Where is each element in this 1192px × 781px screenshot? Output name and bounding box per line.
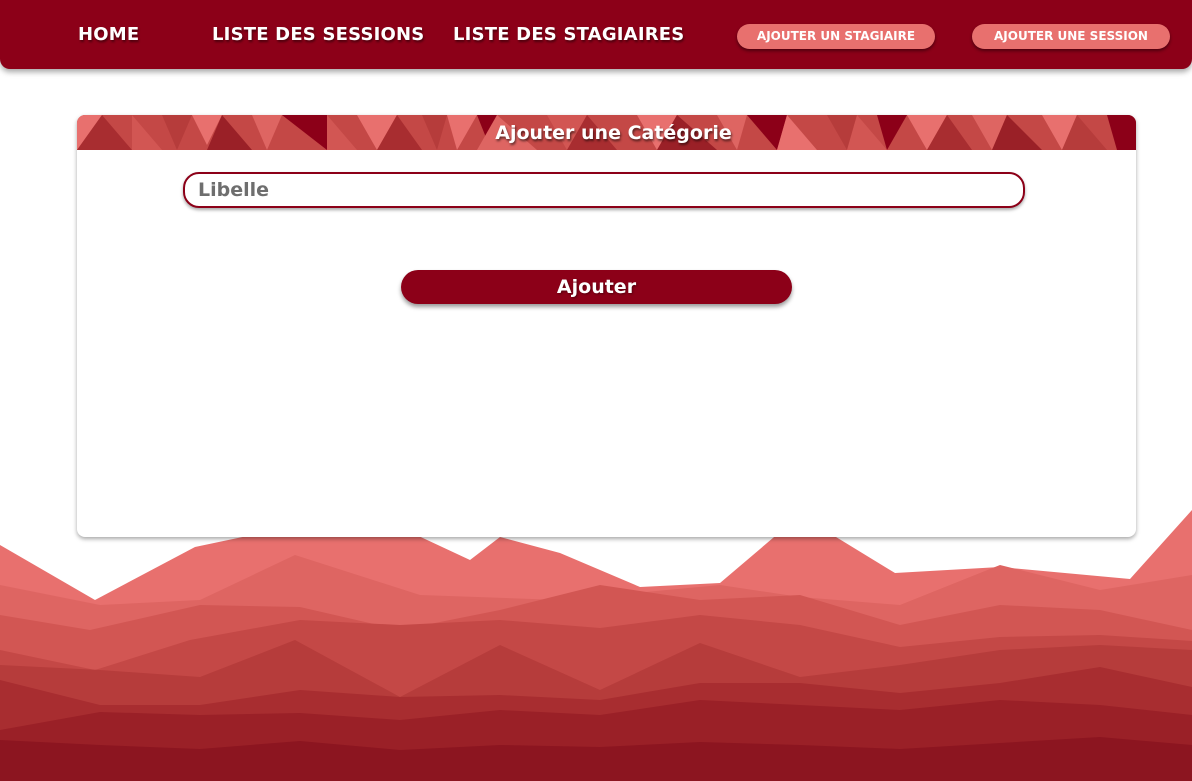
nav-link-stagiaires-list[interactable]: LISTE DES STAGIAIRES	[453, 24, 684, 46]
card-header: Ajouter une Catégorie	[77, 115, 1136, 150]
mountains-background	[0, 510, 1192, 781]
page: HOME LISTE DES SESSIONS LISTE DES STAGIA…	[0, 0, 1192, 781]
card-title: Ajouter une Catégorie	[495, 122, 732, 144]
libelle-input[interactable]	[183, 172, 1025, 208]
add-category-submit-button[interactable]: Ajouter	[401, 270, 792, 304]
add-session-button[interactable]: AJOUTER UNE SESSION	[972, 24, 1170, 49]
nav-link-home[interactable]: HOME	[78, 24, 139, 46]
add-category-card: Ajouter une Catégorie Ajouter	[77, 115, 1136, 537]
top-navbar: HOME LISTE DES SESSIONS LISTE DES STAGIA…	[0, 0, 1192, 69]
nav-link-sessions-list[interactable]: LISTE DES SESSIONS	[212, 24, 424, 46]
add-stagiaire-button[interactable]: AJOUTER UN STAGIAIRE	[737, 24, 935, 49]
